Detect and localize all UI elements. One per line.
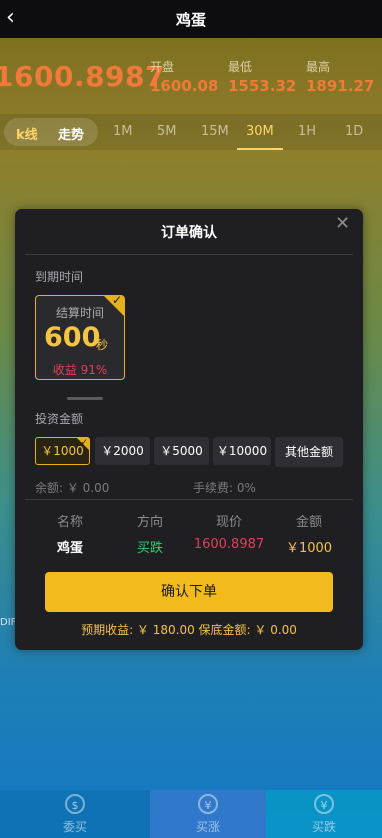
settle-seconds: 600 [44, 322, 101, 353]
high-value: 1891.27 [306, 77, 375, 95]
check-icon: ✓ [80, 438, 88, 448]
cell-price: 1600.8987 [193, 537, 265, 552]
amount-option-10000[interactable]: ￥10000 [213, 437, 271, 465]
fee-text: 手续费: 0% [193, 481, 256, 495]
active-period-underline [237, 148, 283, 150]
buy-down-label: 买跌 [311, 820, 336, 834]
back-icon[interactable]: ‹ [6, 6, 26, 32]
settle-rate: 收益 91% [52, 363, 108, 377]
amount-label: ￥10000 [216, 444, 268, 458]
divider [25, 254, 353, 255]
buy-up-button[interactable]: ¥ 买涨 [150, 790, 266, 838]
period-1m[interactable]: 1M [113, 124, 133, 139]
tab-kline[interactable]: k线 [16, 124, 38, 143]
amount-label: ￥5000 [160, 444, 203, 458]
period-30m[interactable]: 30M [246, 124, 274, 139]
col-amount: 金额 [295, 515, 322, 530]
period-5m[interactable]: 5M [157, 124, 177, 139]
page-title: 鸡蛋 [175, 10, 206, 29]
order-confirm-dialog: 订单确认 ✕ 到期时间 ✓ 结算时间 600 秒 收益 91% 投资金额 ✓ ￥… [15, 209, 363, 650]
yen-icon: ¥ [314, 794, 334, 814]
dialog-title: 订单确认 [161, 225, 217, 241]
tab-entrust-label: 委买 [62, 820, 87, 834]
high-label: 最高 [306, 60, 331, 74]
top-bar: ‹ 鸡蛋 [0, 0, 382, 38]
other-amount-label: 其他金额 [284, 445, 333, 459]
buy-up-label: 买涨 [195, 820, 220, 834]
chart-tabs: k线 走势 1M 5M 15M 30M 1H 1D [0, 114, 382, 150]
cell-direction: 买跌 [136, 541, 163, 556]
expiry-label: 到期时间 [35, 270, 84, 284]
invest-label: 投资金额 [35, 412, 84, 426]
high-stat: 最高 1891.27 [306, 58, 374, 95]
cell-name: 鸡蛋 [56, 541, 83, 556]
col-name: 名称 [56, 515, 83, 530]
indicator-label: DIF [0, 617, 17, 628]
amount-option-5000[interactable]: ￥5000 [154, 437, 209, 465]
low-stat: 最低 1553.32 [228, 58, 296, 95]
tab-trend[interactable]: 走势 [58, 124, 84, 143]
col-price: 现价 [215, 515, 242, 530]
period-1d[interactable]: 1D [345, 124, 363, 139]
tab-entrust[interactable]: $ 委买 [0, 790, 150, 838]
amount-option-1000[interactable]: ✓ ￥1000 [35, 437, 90, 465]
bottom-bar: $ 委买 ¥ 买涨 ¥ 买跌 [0, 790, 382, 838]
open-stat: 开盘 1600.08 [150, 58, 218, 95]
divider [25, 499, 353, 500]
low-label: 最低 [228, 60, 253, 74]
confirm-order-button[interactable]: 确认下单 [45, 572, 333, 612]
yen-icon: ¥ [198, 794, 218, 814]
settle-label: 结算时间 [55, 306, 104, 320]
close-icon[interactable]: ✕ [335, 213, 350, 234]
period-1h[interactable]: 1H [298, 124, 316, 139]
period-15m[interactable]: 15M [201, 124, 229, 139]
col-direction: 方向 [136, 515, 163, 530]
divider [67, 397, 103, 400]
expected-return-text: 预期收益: ￥ 180.00 保底金额: ￥ 0.00 [81, 623, 297, 637]
cell-amount: ￥1000 [285, 541, 333, 556]
settle-time-option[interactable]: ✓ 结算时间 600 秒 收益 91% [35, 295, 125, 380]
settle-unit: 秒 [96, 338, 109, 352]
other-amount-button[interactable]: 其他金额 [275, 437, 343, 467]
current-price: 1600.8987 [0, 60, 165, 93]
price-summary: 1600.8987 开盘 1600.08 最低 1553.32 最高 1891.… [0, 52, 382, 102]
low-value: 1553.32 [228, 77, 297, 95]
open-value: 1600.08 [150, 77, 219, 95]
open-label: 开盘 [150, 60, 175, 74]
amount-label: ￥2000 [101, 444, 144, 458]
coins-icon: $ [65, 794, 85, 814]
buy-down-button[interactable]: ¥ 买跌 [266, 790, 382, 838]
balance-text: 余额: ￥ 0.00 [35, 481, 110, 495]
amount-option-2000[interactable]: ￥2000 [95, 437, 150, 465]
